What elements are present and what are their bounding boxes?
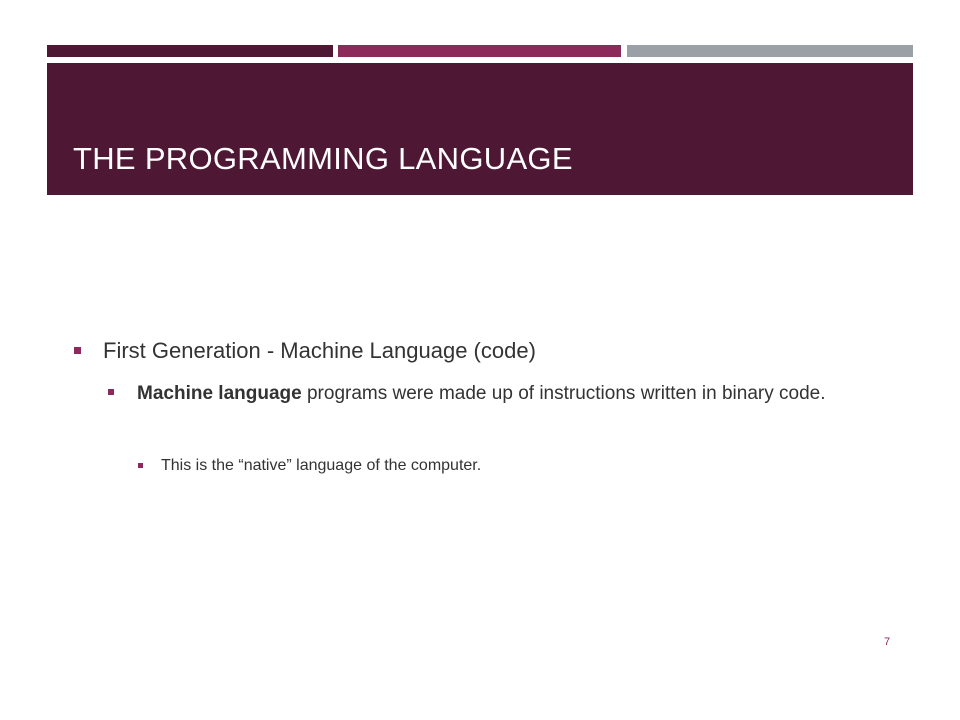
bullet-level-3: This is the “native” language of the com… (138, 455, 858, 477)
square-bullet-icon (108, 389, 114, 395)
square-bullet-icon (74, 347, 81, 354)
bullet-level-1: First Generation - Machine Language (cod… (74, 337, 894, 365)
bullet-level-2: Machine language programs were made up o… (108, 380, 848, 408)
bold-term: Machine language (137, 383, 302, 404)
page-number: 7 (884, 636, 891, 648)
slide-content: First Generation - Machine Language (cod… (0, 0, 960, 720)
bullet-text-rest: programs were made up of instructions wr… (301, 383, 826, 404)
bullet-text: First Generation - Machine Language (cod… (103, 338, 536, 363)
slide: THE PROGRAMMING LANGUAGE First Generatio… (0, 0, 960, 720)
bullet-text: Machine language programs were made up o… (137, 380, 826, 408)
bullet-text: This is the “native” language of the com… (161, 457, 482, 474)
square-bullet-icon (138, 463, 143, 468)
